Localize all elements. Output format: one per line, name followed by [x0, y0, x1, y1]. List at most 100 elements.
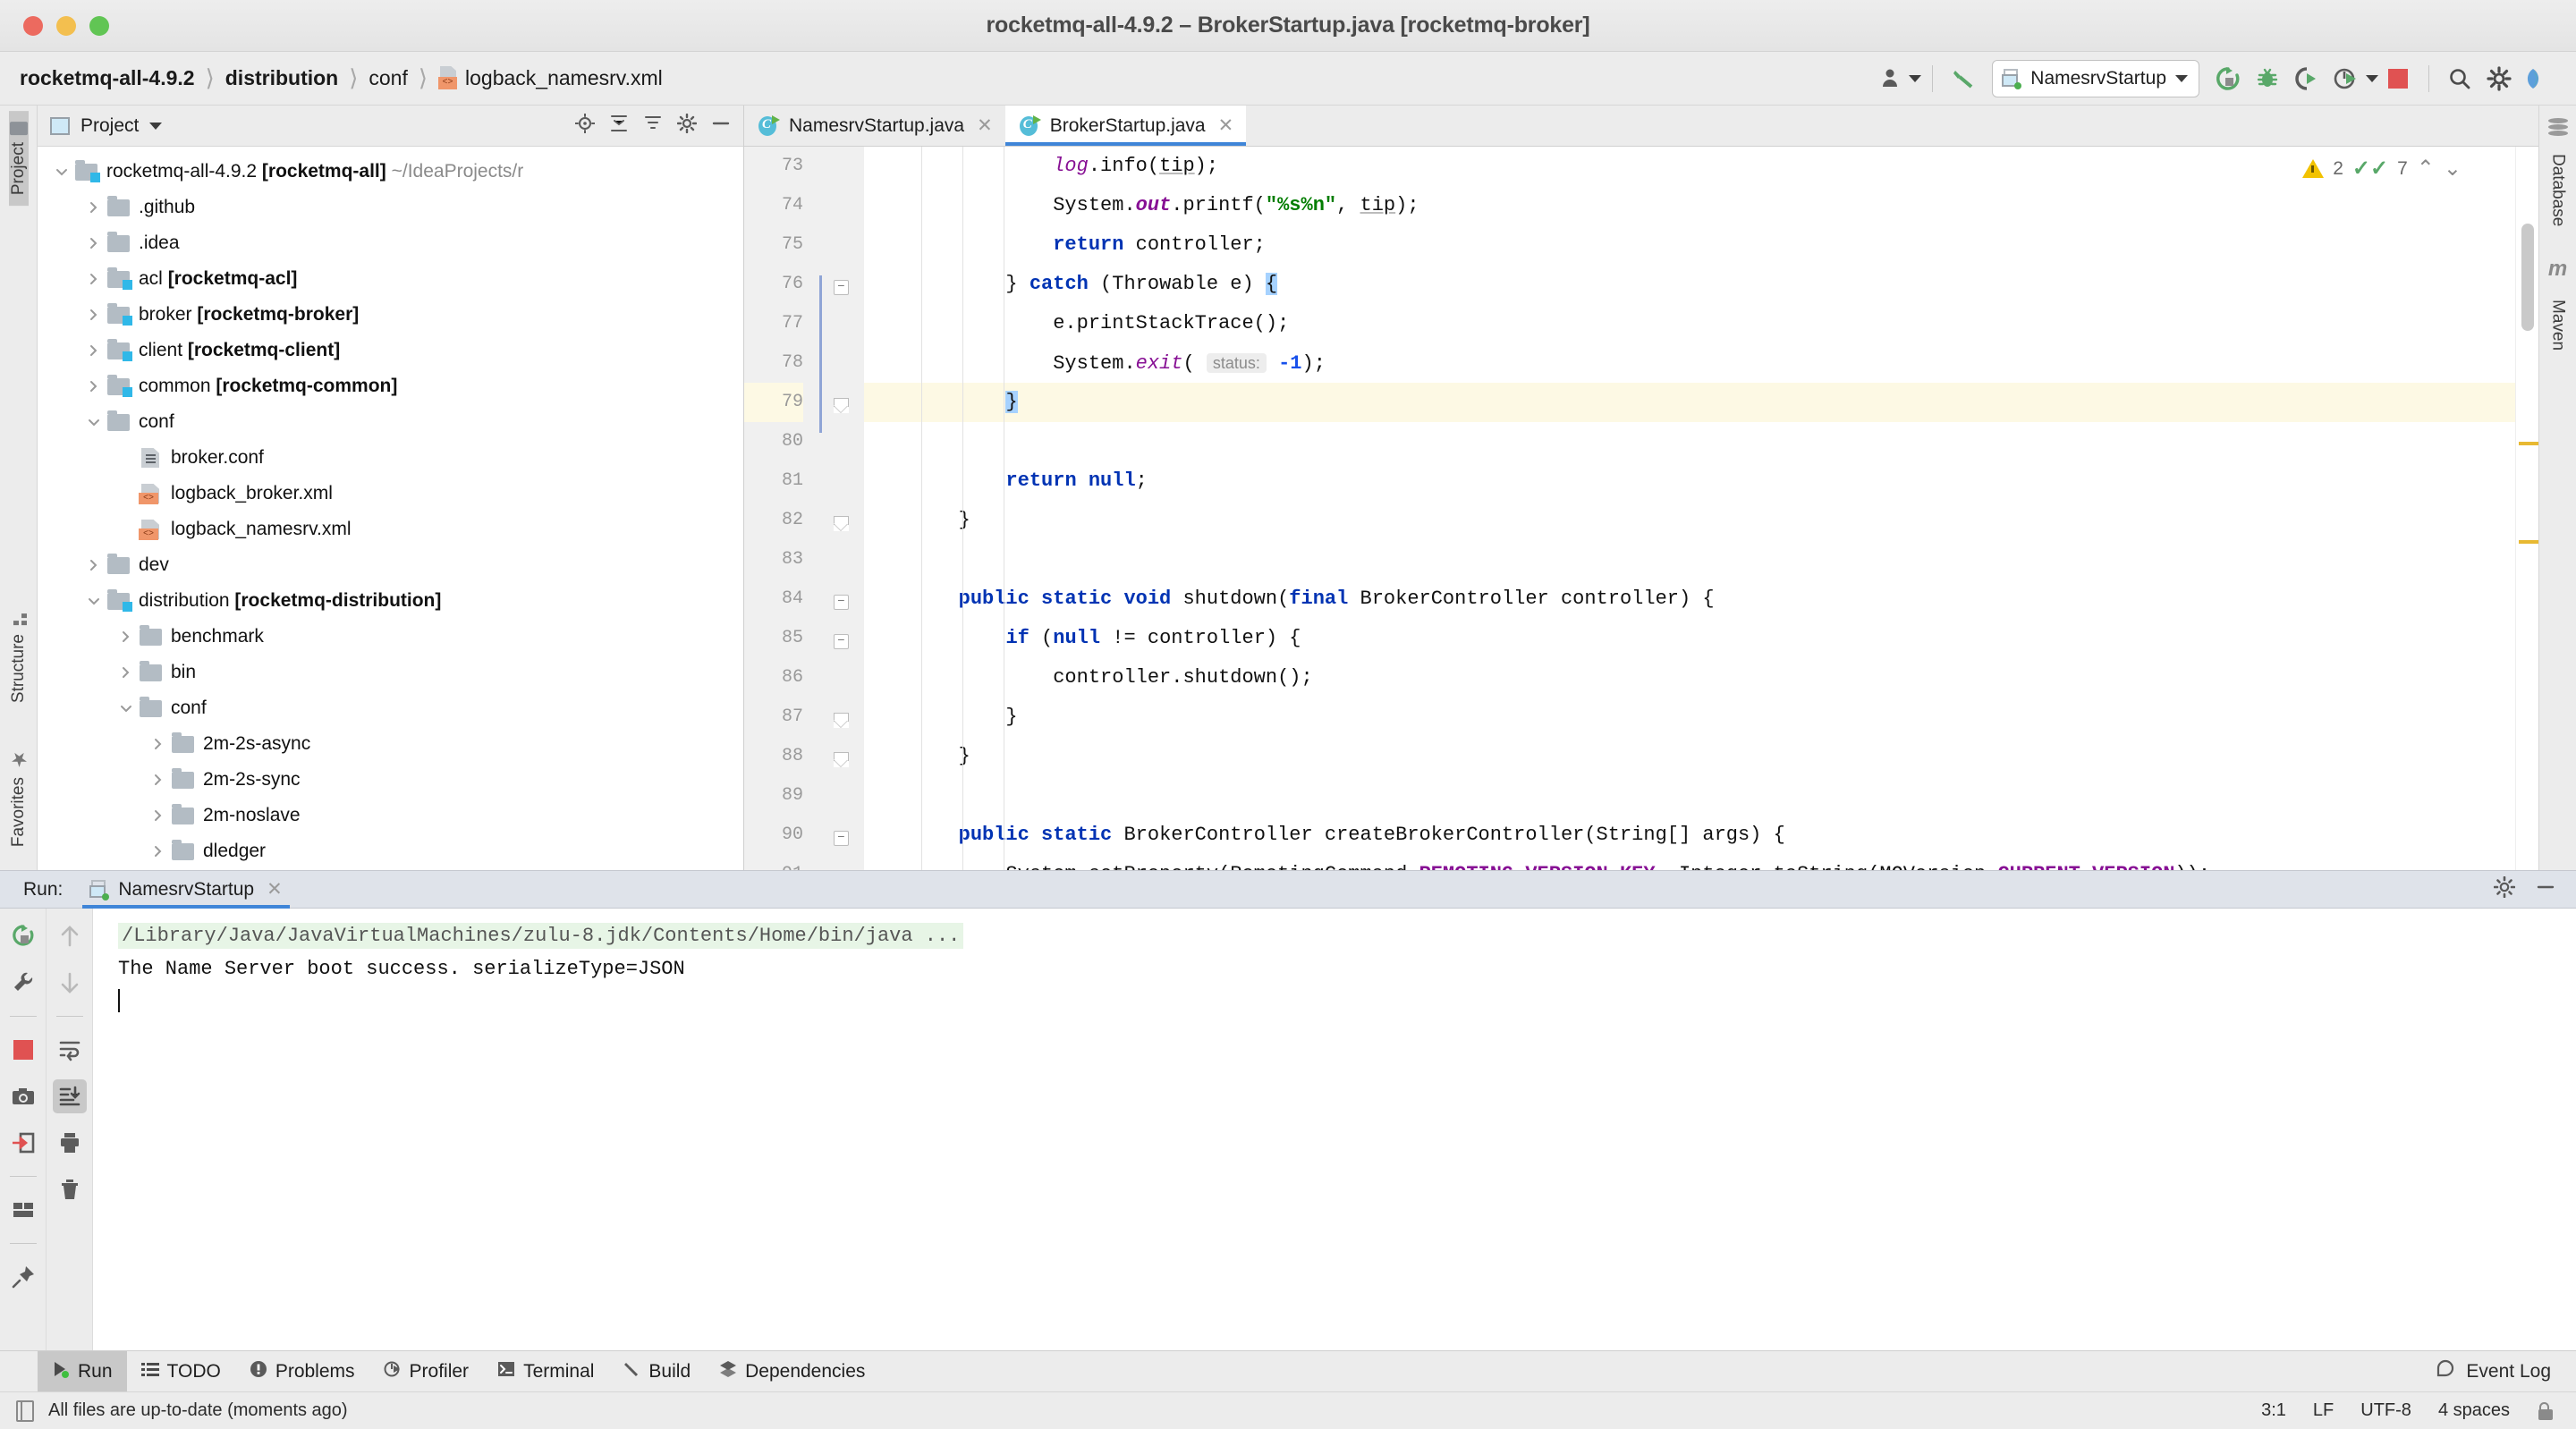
chevron-down-icon[interactable] — [82, 596, 106, 606]
chevron-right-icon[interactable] — [114, 665, 138, 680]
bottom-tab-terminal[interactable]: Terminal — [483, 1351, 608, 1392]
run-configuration-selector[interactable]: NamesrvStartup — [1992, 60, 2199, 97]
code-line[interactable]: public static BrokerController createBro… — [864, 816, 2538, 855]
bottom-tab-dependencies[interactable]: Dependencies — [705, 1351, 879, 1392]
bottom-tab-build[interactable]: Build — [608, 1351, 705, 1392]
layout-icon[interactable] — [6, 1193, 40, 1227]
trash-icon[interactable] — [53, 1172, 87, 1206]
close-icon[interactable]: ✕ — [977, 114, 993, 137]
code-line[interactable]: } — [864, 383, 2538, 422]
chevron-right-icon[interactable] — [114, 630, 138, 644]
camera-snapshot-icon[interactable] — [6, 1079, 40, 1113]
project-tree[interactable]: rocketmq-all-4.9.2 [rocketmq-all] ~/Idea… — [38, 147, 743, 870]
tree-item[interactable]: benchmark — [38, 619, 743, 655]
scroll-to-end-icon[interactable] — [53, 1079, 87, 1113]
breadcrumb-item-file[interactable]: <> logback_namesrv.xml — [438, 66, 663, 90]
unlocked-icon[interactable] — [2537, 1402, 2553, 1420]
tree-item[interactable]: dev — [38, 547, 743, 583]
chevron-right-icon[interactable] — [82, 272, 106, 286]
down-arrow-icon[interactable] — [53, 966, 87, 1000]
bottom-tab-profiler[interactable]: Profiler — [369, 1351, 484, 1392]
chevron-down-icon[interactable] — [82, 417, 106, 427]
close-icon[interactable]: ✕ — [267, 878, 283, 901]
editor-tab-brokerstartup[interactable]: C BrokerStartup.java ✕ — [1005, 106, 1247, 146]
stop-icon[interactable] — [2378, 59, 2418, 98]
code-line[interactable]: } — [864, 737, 2538, 776]
fold-gutter[interactable]: −−−− — [814, 147, 864, 870]
code-line[interactable]: return null; — [864, 461, 2538, 501]
chevron-right-icon[interactable] — [82, 379, 106, 393]
locate-icon[interactable] — [575, 114, 595, 138]
up-arrow-icon[interactable] — [53, 919, 87, 953]
print-icon[interactable] — [53, 1126, 87, 1160]
code-line[interactable]: controller.shutdown(); — [864, 658, 2538, 698]
fold-end-icon[interactable] — [834, 752, 849, 767]
code-line[interactable]: e.printStackTrace(); — [864, 304, 2538, 343]
tree-item[interactable]: conf — [38, 690, 743, 726]
tree-item[interactable]: .github — [38, 190, 743, 225]
tree-item[interactable]: 2m-2s-async — [38, 726, 743, 762]
export-icon[interactable] — [6, 1126, 40, 1160]
tree-item[interactable]: 2m-noslave — [38, 798, 743, 833]
sidebar-item-database[interactable]: Database — [2548, 143, 2568, 237]
tree-item[interactable]: common [rocketmq-common] — [38, 368, 743, 404]
bottom-tab-problems[interactable]: Problems — [235, 1351, 369, 1392]
code-line[interactable]: if (null != controller) { — [864, 619, 2538, 658]
tree-item[interactable]: 2m-2s-sync — [38, 762, 743, 798]
code-line[interactable]: return controller; — [864, 225, 2538, 265]
code-line[interactable]: System.exit( status: -1); — [864, 343, 2538, 383]
indent-setting[interactable]: 4 spaces — [2438, 1400, 2510, 1421]
chevron-right-icon[interactable] — [82, 308, 106, 322]
warning-stripe-mark[interactable] — [2519, 540, 2538, 544]
bottom-tab-run[interactable]: Run — [38, 1351, 127, 1392]
code-line[interactable]: System.setProperty(RemotingCommand.REMOT… — [864, 855, 2538, 870]
ide-updates-icon[interactable] — [2519, 59, 2558, 98]
hammer-build-icon[interactable] — [1944, 59, 1983, 98]
tree-item[interactable]: bin — [38, 655, 743, 690]
warning-stripe-mark[interactable] — [2519, 442, 2538, 445]
tree-item[interactable]: distribution [rocketmq-distribution] — [38, 583, 743, 619]
fold-collapse-icon[interactable]: − — [834, 831, 849, 846]
profile-run-icon[interactable] — [2326, 59, 2366, 98]
chevron-right-icon[interactable] — [147, 773, 170, 787]
tree-item[interactable]: rocketmq-all-4.9.2 [rocketmq-all] ~/Idea… — [38, 154, 743, 190]
user-profile-icon[interactable] — [1873, 59, 1912, 98]
debug-bug-icon[interactable] — [2248, 59, 2287, 98]
gear-icon[interactable] — [2494, 876, 2515, 902]
code-line[interactable]: } — [864, 501, 2538, 540]
fold-end-icon[interactable] — [834, 398, 849, 413]
tree-item[interactable]: .idea — [38, 225, 743, 261]
gear-icon[interactable] — [677, 114, 697, 138]
code-line[interactable]: log.info(tip); — [864, 147, 2538, 186]
chevron-down-icon[interactable] — [2175, 75, 2188, 82]
error-stripe-scrollbar[interactable] — [2515, 147, 2538, 870]
fold-collapse-icon[interactable]: − — [834, 595, 849, 610]
sidebar-item-project[interactable]: Project — [9, 111, 29, 206]
run-options-chevron-down-icon[interactable] — [2366, 75, 2378, 82]
chevron-right-icon[interactable] — [147, 844, 170, 858]
console-output[interactable]: /Library/Java/JavaVirtualMachines/zulu-8… — [93, 909, 2576, 1350]
code-line[interactable] — [864, 422, 2538, 461]
code-line[interactable]: System.out.printf("%s%n", tip); — [864, 186, 2538, 225]
inspection-widget[interactable]: 2 ✓✓ 7 ⌃ ⌄ — [2293, 156, 2462, 182]
breadcrumb-item-project[interactable]: rocketmq-all-4.9.2 — [20, 66, 195, 90]
tree-item[interactable]: broker [rocketmq-broker] — [38, 297, 743, 333]
stop-icon[interactable] — [6, 1033, 40, 1067]
chevron-down-icon[interactable]: ⌄ — [2444, 156, 2462, 182]
scrollbar-thumb[interactable] — [2521, 224, 2534, 331]
code-editor[interactable]: 73747576777879808182838485868788899091 −… — [744, 147, 2538, 870]
project-view-chevron-down-icon[interactable] — [149, 123, 162, 130]
rerun-icon[interactable] — [2208, 59, 2248, 98]
sidebar-item-structure[interactable]: Structure — [9, 600, 29, 714]
code-line[interactable] — [864, 540, 2538, 579]
code-line[interactable]: public static void shutdown(final Broker… — [864, 579, 2538, 619]
chevron-right-icon[interactable] — [82, 343, 106, 358]
chevron-right-icon[interactable] — [82, 236, 106, 250]
pin-icon[interactable] — [6, 1260, 40, 1294]
code-line[interactable] — [864, 776, 2538, 816]
fold-end-icon[interactable] — [834, 516, 849, 531]
sidebar-item-favorites[interactable]: Favorites ★ — [9, 737, 29, 858]
chevron-right-icon[interactable] — [147, 808, 170, 823]
chevron-right-icon[interactable] — [147, 737, 170, 751]
caret-position[interactable]: 3:1 — [2261, 1400, 2286, 1421]
